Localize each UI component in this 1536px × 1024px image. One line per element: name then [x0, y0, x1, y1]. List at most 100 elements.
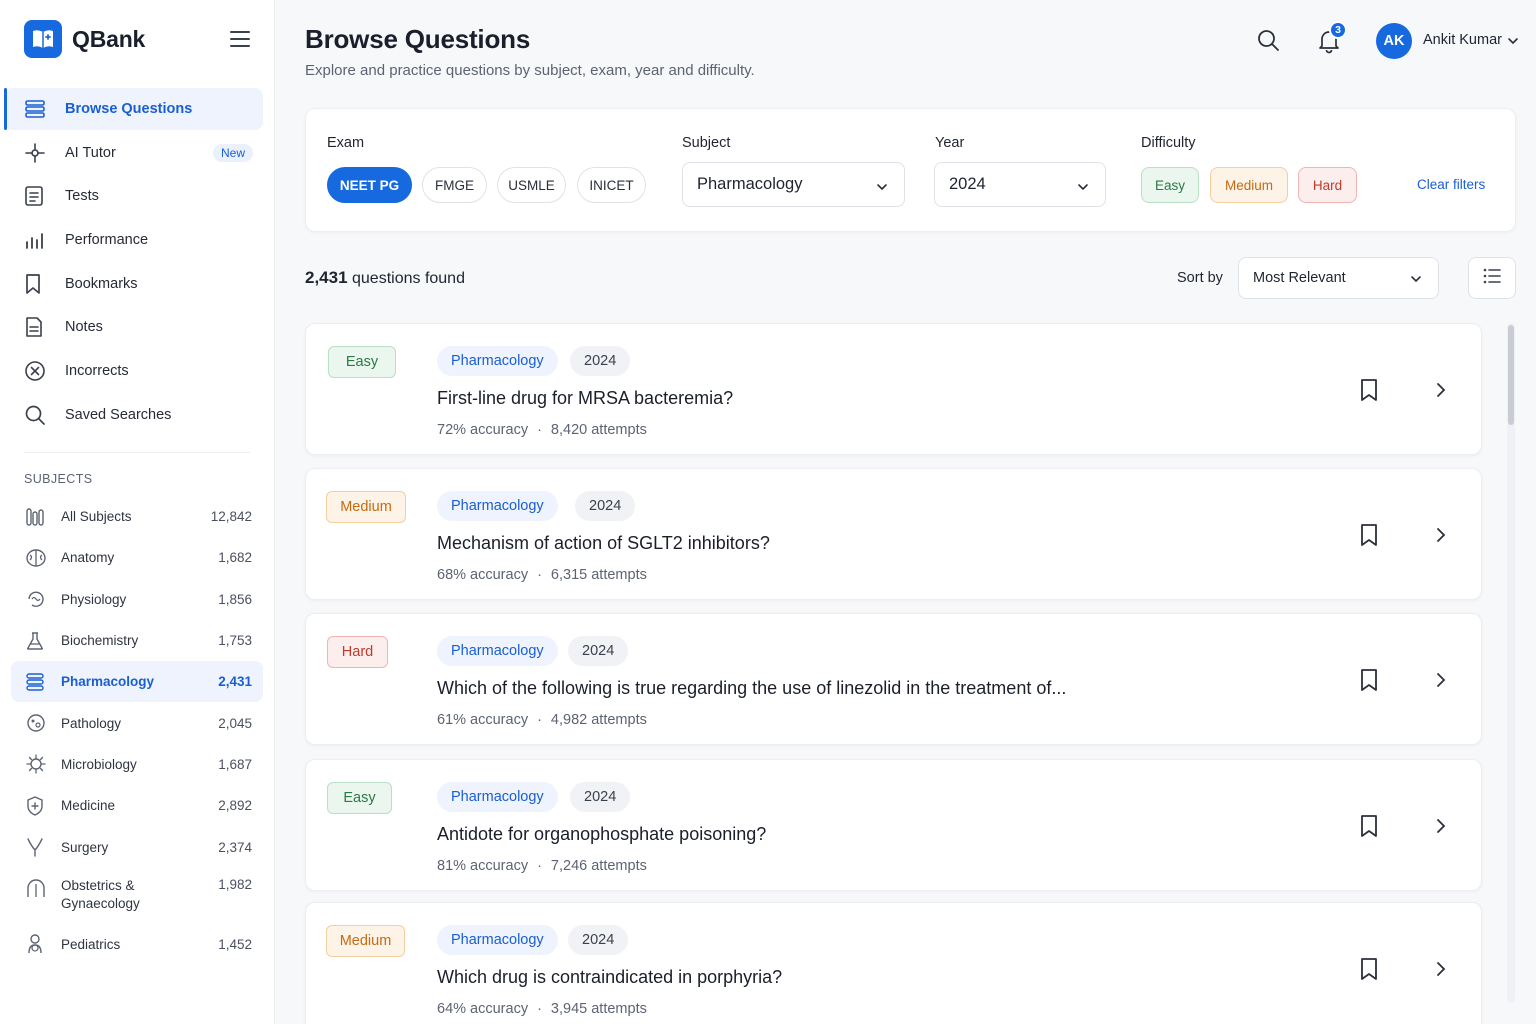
subject-label: Medicine — [61, 798, 116, 814]
subject-count: 1,982 — [218, 876, 252, 892]
chevron-right-icon[interactable] — [1432, 381, 1450, 399]
subject-item-microbiology[interactable]: Microbiology 1,687 — [11, 744, 263, 785]
difficulty-chip-medium[interactable]: Medium — [1210, 167, 1288, 203]
chevron-right-icon[interactable] — [1432, 817, 1450, 835]
search-icon[interactable] — [1256, 28, 1280, 52]
question-meta: 81% accuracy · 7,246 attempts — [437, 858, 647, 874]
exam-chip-neet-pg[interactable]: NEET PG — [327, 167, 412, 203]
clear-filters-link[interactable]: Clear filters — [1417, 177, 1485, 192]
subject-item-anatomy[interactable]: Anatomy 1,682 — [11, 537, 263, 578]
results-count: 2,431 questions found — [305, 268, 465, 288]
subject-count: 1,682 — [218, 550, 252, 566]
year-select-value: 2024 — [949, 175, 986, 193]
difficulty-badge: Easy — [328, 346, 396, 378]
nav-item-browse-questions[interactable]: Browse Questions — [4, 88, 263, 130]
exam-chip-usmle[interactable]: USMLE — [497, 167, 566, 203]
year-tag: 2024 — [570, 782, 631, 812]
question-title: First-line drug for MRSA bacteremia? — [437, 388, 734, 408]
accuracy: 72% accuracy — [437, 422, 529, 438]
subject-item-physiology[interactable]: Physiology 1,856 — [11, 579, 263, 620]
question-card[interactable]: Easy Pharmacology 2024 Antidote for orga… — [305, 759, 1482, 891]
subject-count: 2,045 — [218, 715, 252, 731]
subject-item-obstetrics-gynaecology[interactable]: Obstetrics & Gynaecology 1,982 — [11, 868, 263, 924]
qbank-logo-icon — [24, 20, 62, 58]
year-select[interactable]: 2024 — [934, 162, 1106, 207]
subjects-header: SUBJECTS — [24, 472, 93, 486]
chevron-right-icon[interactable] — [1432, 526, 1450, 544]
document-icon — [24, 184, 52, 208]
chevron-down-icon[interactable] — [1507, 34, 1519, 46]
exam-chip-inicet[interactable]: INICET — [577, 167, 646, 203]
question-card[interactable]: Easy Pharmacology 2024 First-line drug f… — [305, 323, 1482, 455]
subject-label: Anatomy — [61, 550, 115, 566]
nav-item-ai-tutor[interactable]: AI Tutor New — [4, 132, 263, 174]
attempts: 4,982 attempts — [550, 712, 647, 728]
microbe-icon — [25, 753, 49, 775]
meta-separator: · — [537, 858, 542, 874]
subject-label: Pediatrics — [61, 936, 121, 952]
list-view-button[interactable] — [1468, 257, 1516, 299]
sparkle-icon — [24, 141, 52, 165]
subject-tag: Pharmacology — [437, 782, 558, 812]
bookmark-icon[interactable] — [1358, 957, 1380, 981]
chevron-right-icon[interactable] — [1432, 671, 1450, 689]
difficulty-chip-easy[interactable]: Easy — [1141, 167, 1199, 203]
exam-label: Exam — [327, 135, 365, 151]
note-icon — [24, 315, 52, 339]
difficulty-chip-hard[interactable]: Hard — [1298, 167, 1357, 203]
difficulty-badge: Easy — [327, 782, 392, 814]
question-card[interactable]: Medium Pharmacology 2024 Mechanism of ac… — [305, 468, 1482, 600]
exam-chip-fmge[interactable]: FMGE — [422, 167, 487, 203]
scrollbar-thumb[interactable] — [1508, 325, 1514, 425]
subject-item-biochemistry[interactable]: Biochemistry 1,753 — [11, 620, 263, 661]
question-card[interactable]: Medium Pharmacology 2024 Which drug is c… — [305, 902, 1482, 1024]
bookmark-icon[interactable] — [1358, 668, 1380, 692]
bookmark-icon[interactable] — [1358, 523, 1380, 547]
chevron-right-icon[interactable] — [1432, 960, 1450, 978]
bookmark-icon[interactable] — [1358, 814, 1380, 838]
subject-count: 12,842 — [210, 509, 252, 525]
question-card[interactable]: Hard Pharmacology 2024 Which of the foll… — [305, 613, 1482, 745]
nav-item-saved-searches[interactable]: Saved Searches — [4, 394, 263, 436]
subject-tag: Pharmacology — [437, 491, 558, 521]
page-title: Browse Questions — [305, 24, 531, 54]
subject-filter-label: Subject — [682, 135, 731, 151]
sort-select[interactable]: Most Relevant — [1238, 257, 1439, 299]
subject-tag: Pharmacology — [437, 925, 558, 955]
pregnancy-icon — [25, 877, 49, 899]
nav-item-notes[interactable]: Notes — [4, 306, 263, 348]
brand[interactable]: QBank — [24, 20, 145, 58]
attempts: 8,420 attempts — [550, 422, 647, 438]
nav-item-performance[interactable]: Performance — [4, 219, 263, 261]
nav-item-bookmarks[interactable]: Bookmarks — [4, 263, 263, 305]
test-tubes-icon — [25, 506, 49, 528]
subject-item-all-subjects[interactable]: All Subjects 12,842 — [11, 496, 263, 537]
attempts: 6,315 attempts — [550, 567, 647, 583]
nav-item-incorrects[interactable]: Incorrects — [4, 350, 263, 392]
brain-icon — [25, 547, 49, 569]
bookmark-icon[interactable] — [1358, 378, 1380, 402]
user-name[interactable]: Ankit Kumar — [1423, 32, 1502, 48]
subject-label: Physiology — [61, 591, 127, 607]
subject-count: 1,687 — [218, 756, 252, 772]
year-filter-label: Year — [935, 135, 965, 151]
nav-item-tests[interactable]: Tests — [4, 175, 263, 217]
subject-item-pharmacology[interactable]: Pharmacology 2,431 — [11, 661, 263, 703]
avatar[interactable]: AK — [1376, 23, 1412, 59]
scrollbar-track[interactable] — [1507, 323, 1515, 1003]
meta-separator: · — [537, 712, 542, 728]
question-title: Which drug is contraindicated in porphyr… — [437, 967, 783, 987]
menu-icon[interactable] — [228, 28, 252, 50]
difficulty-badge: Medium — [326, 491, 406, 523]
question-title: Which of the following is true regarding… — [437, 678, 1067, 698]
year-tag: 2024 — [568, 636, 629, 666]
subjects-list: All Subjects 12,842 Anatomy 1,682 Physio… — [11, 496, 263, 965]
subject-item-pediatrics[interactable]: Pediatrics 1,452 — [11, 924, 263, 965]
subject-item-surgery[interactable]: Surgery 2,374 — [11, 826, 263, 867]
subject-item-medicine[interactable]: Medicine 2,892 — [11, 785, 263, 826]
subject-select[interactable]: Pharmacology — [682, 162, 905, 207]
question-title: Mechanism of action of SGLT2 inhibitors? — [437, 533, 770, 553]
attempts: 3,945 attempts — [550, 1001, 647, 1017]
nav-label: Tests — [65, 188, 99, 205]
subject-item-pathology[interactable]: Pathology 2,045 — [11, 702, 263, 743]
